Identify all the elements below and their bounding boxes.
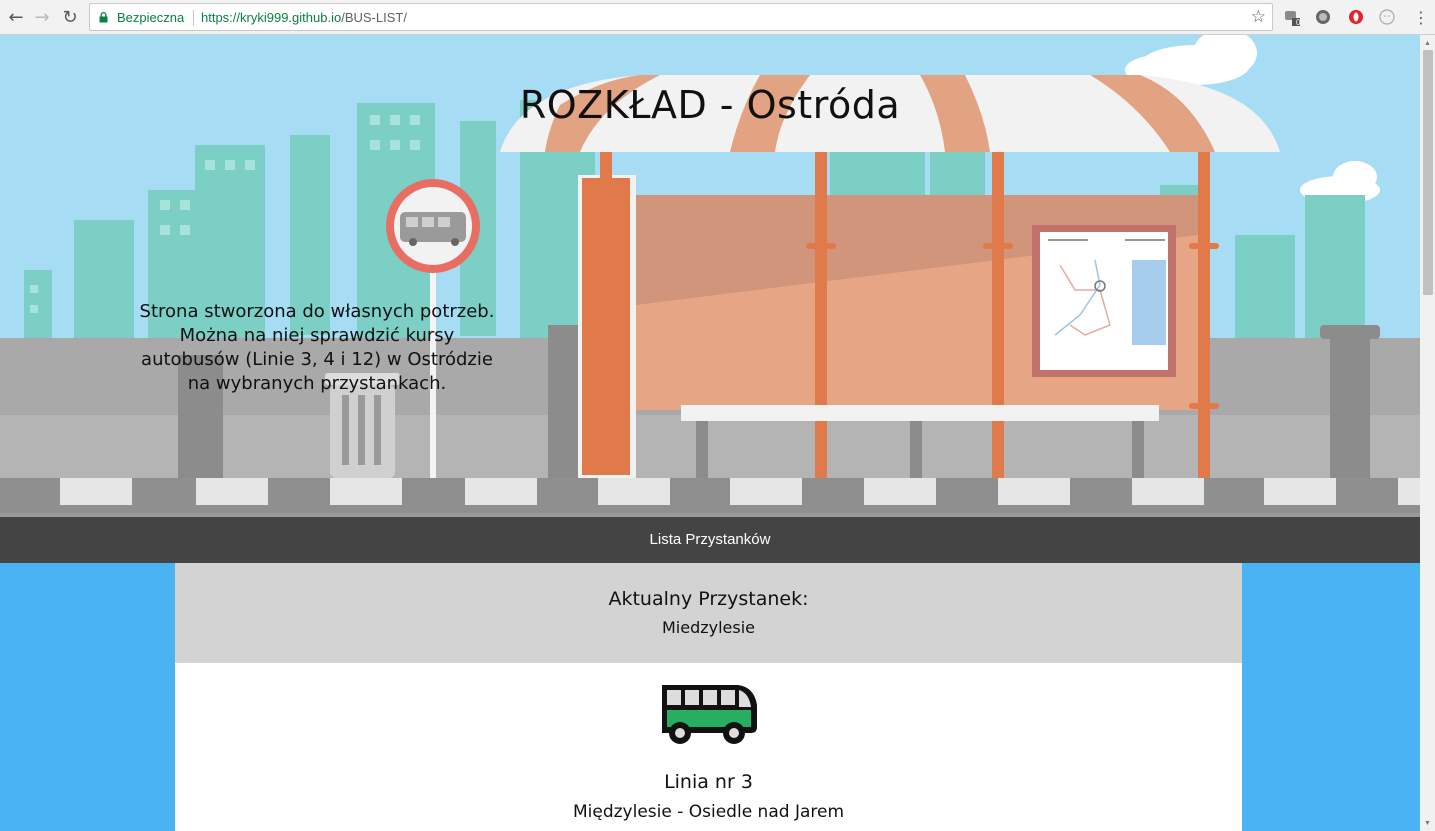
smiley-extension-icon[interactable]	[1378, 8, 1396, 26]
lock-icon	[99, 12, 108, 23]
page-content: ROZKŁAD - Ostróda Strona stworzona do wł…	[0, 35, 1420, 831]
navigation-bar: Lista Przystanków	[0, 513, 1420, 563]
url-host: https://kryki999.github.io	[201, 10, 342, 25]
url-text[interactable]: https://kryki999.github.io/BUS-LIST/	[201, 10, 407, 25]
omnibox-divider	[193, 10, 194, 26]
back-icon[interactable]: ←	[4, 5, 28, 29]
bus-icon	[662, 685, 757, 744]
hero-banner: ROZKŁAD - Ostróda Strona stworzona do wł…	[0, 35, 1420, 513]
forward-icon[interactable]: →	[30, 5, 54, 29]
scroll-up-icon[interactable]: ▲	[1420, 36, 1435, 51]
scroll-thumb[interactable]	[1423, 50, 1433, 295]
line-number: Linia nr 3	[664, 771, 753, 793]
url-path: /BUS-LIST/	[341, 10, 407, 25]
extension-badge: 0	[1296, 18, 1301, 27]
current-stop-label: Aktualny Przystanek:	[608, 588, 809, 610]
current-stop-name: Miedzylesie	[661, 618, 756, 637]
schedule-card: Aktualny Przystanek: Miedzylesie Linia n…	[175, 563, 1242, 831]
browser-toolbar: ← → ↻ Bezpieczna https://kryki999.github…	[0, 0, 1435, 35]
site-description: Strona stworzona do własnych potrzeb. Mo…	[139, 301, 495, 394]
page-title: ROZKŁAD - Ostróda	[519, 83, 901, 127]
bookmark-star-icon[interactable]: ☆	[1251, 7, 1266, 27]
current-stop-panel: Aktualny Przystanek: Miedzylesie	[175, 563, 1242, 663]
stops-list-link[interactable]: Lista Przystanków	[0, 531, 1420, 548]
secure-label: Bezpieczna	[117, 10, 185, 25]
reload-icon[interactable]: ↻	[58, 5, 82, 29]
line-panel: Linia nr 3 Międzylesie - Osiedle nad Jar…	[175, 663, 1242, 831]
menu-icon[interactable]: ⋮	[1412, 8, 1430, 27]
line-route: Międzylesie - Osiedle nad Jarem	[572, 802, 845, 822]
opera-extension-icon[interactable]	[1347, 8, 1365, 26]
address-bar[interactable]: Bezpieczna https://kryki999.github.io/BU…	[89, 3, 1273, 31]
scroll-down-icon[interactable]: ▼	[1420, 816, 1435, 831]
globe-extension-icon[interactable]	[1314, 8, 1332, 26]
